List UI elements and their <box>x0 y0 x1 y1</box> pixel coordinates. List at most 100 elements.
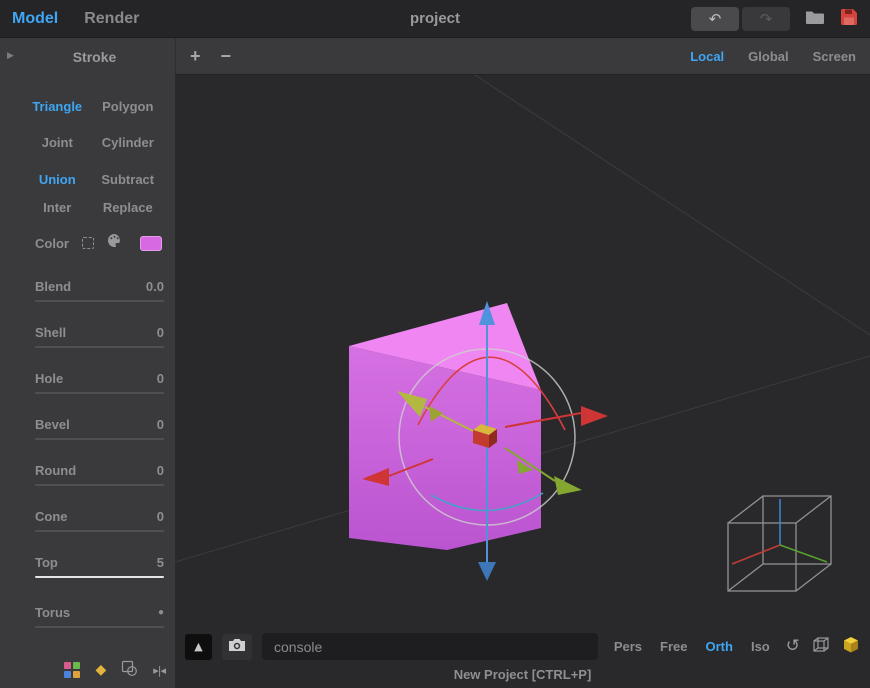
undo-button[interactable]: ↶ <box>691 6 739 31</box>
scene-view[interactable] <box>175 75 870 628</box>
palette-icon[interactable] <box>107 233 122 253</box>
slider-track[interactable] <box>35 530 164 532</box>
scene-canvas[interactable] <box>175 75 870 628</box>
color-picker-icon[interactable] <box>81 237 94 249</box>
slider-label: Torus <box>35 604 71 620</box>
slider-round[interactable]: Round 0 <box>35 448 164 486</box>
bool-button-union[interactable]: Union <box>22 165 93 193</box>
slider-top[interactable]: Top 5 <box>35 540 164 578</box>
space-mode-global[interactable]: Global <box>748 49 788 64</box>
view-mode-orth[interactable]: Orth <box>706 639 733 654</box>
slider-torus[interactable]: Torus ● <box>35 590 164 628</box>
slider-shell[interactable]: Shell 0 <box>35 310 164 348</box>
viewport-icon-buttons: ↺ <box>786 636 860 657</box>
axis-y-green <box>779 544 828 563</box>
add-button[interactable]: + <box>190 47 201 65</box>
parameter-sliders: Blend 0.0 Shell 0 Hole 0 Bevel 0 Round 0 <box>0 264 175 628</box>
redo-button[interactable]: ↷ <box>742 6 790 31</box>
slider-value: 0.0 <box>145 278 164 294</box>
undo-icon: ↶ <box>708 9 722 28</box>
slider-value: 0 <box>156 462 164 478</box>
color-row: Color <box>35 232 162 254</box>
slider-cone[interactable]: Cone 0 <box>35 494 164 532</box>
viewport-bottom-bar: ▲ Pers Free Orth Iso ↺ <box>175 628 870 665</box>
save-project-button[interactable] <box>840 8 858 29</box>
shape-button-cylinder[interactable]: Cylinder <box>93 124 164 160</box>
slider-track[interactable] <box>35 484 164 486</box>
slider-track[interactable] <box>35 438 164 440</box>
slider-bevel[interactable]: Bevel 0 <box>35 402 164 440</box>
view-mode-iso[interactable]: Iso <box>751 639 770 654</box>
shape-buttons: Triangle Polygon Joint Cylinder <box>22 88 163 160</box>
slider-value: 0 <box>156 416 164 432</box>
sidebar-footer: ◆ ▸|◂ <box>0 652 175 688</box>
camera-icon <box>228 638 246 655</box>
view-mode-pers[interactable]: Pers <box>614 639 642 654</box>
primitives-button[interactable] <box>64 662 81 678</box>
slider-label: Cone <box>35 508 68 524</box>
slider-value: 0 <box>156 370 164 386</box>
mirror-button[interactable]: ▸|◂ <box>153 663 166 677</box>
slider-hole[interactable]: Hole 0 <box>35 356 164 394</box>
slider-label: Hole <box>35 370 64 386</box>
open-project-button[interactable] <box>805 9 825 28</box>
tab-model[interactable]: Model <box>12 10 58 28</box>
view-mode-free[interactable]: Free <box>660 639 687 654</box>
solid-view-button[interactable] <box>842 636 860 657</box>
cube-sphere-icon <box>121 660 138 680</box>
panel-title: Stroke <box>72 48 117 65</box>
slider-track[interactable] <box>35 346 164 348</box>
folder-icon <box>805 9 825 28</box>
solid-mode-button[interactable] <box>121 660 138 680</box>
boolean-buttons: Union Subtract Inter Replace <box>22 165 163 221</box>
status-bar: New Project [CTRL+P] <box>175 665 870 688</box>
status-text: New Project [CTRL+P] <box>453 667 592 682</box>
reset-view-button[interactable]: ↺ <box>786 638 800 655</box>
bool-button-inter[interactable]: Inter <box>22 193 93 221</box>
viewport-toolbar: + − Local Global Screen <box>175 38 870 75</box>
bool-button-subtract[interactable]: Subtract <box>93 165 164 193</box>
slider-label: Bevel <box>35 416 70 432</box>
projection-mode-switch: Pers Free Orth Iso <box>614 639 770 654</box>
wireframe-toggle-button[interactable] <box>812 636 830 657</box>
console-input[interactable] <box>262 633 598 660</box>
slider-value: 0 <box>156 324 164 340</box>
console-trigger-button[interactable]: ▲ <box>185 633 212 660</box>
slider-value: 0 <box>156 508 164 524</box>
shape-button-joint[interactable]: Joint <box>22 124 93 160</box>
slider-track[interactable] <box>35 300 164 302</box>
gizmo-blue-cone-down <box>478 562 496 581</box>
yellow-cube-icon <box>842 636 860 657</box>
slider-label: Round <box>35 462 77 478</box>
wireframe-cube-icon <box>812 636 830 657</box>
diamond-icon: ◆ <box>95 662 107 678</box>
slider-track[interactable] <box>35 576 164 578</box>
color-label: Color <box>35 235 69 251</box>
slider-label: Top <box>35 554 58 570</box>
remove-button[interactable]: − <box>221 47 232 65</box>
bool-button-replace[interactable]: Replace <box>93 193 164 221</box>
slider-label: Blend <box>35 278 72 294</box>
material-button[interactable]: ◆ <box>95 663 106 677</box>
space-mode-screen[interactable]: Screen <box>813 49 856 64</box>
triangle-icon: ▲ <box>194 640 203 653</box>
app-window: Model Render project ↶ ↷ ▶ Stroke Triang… <box>0 0 870 688</box>
space-mode-local[interactable]: Local <box>690 49 724 64</box>
save-icon <box>840 8 858 29</box>
tab-render[interactable]: Render <box>84 10 139 28</box>
axis-x-red <box>731 544 781 565</box>
slider-track[interactable] <box>35 626 164 628</box>
redo-icon: ↷ <box>759 9 773 28</box>
slider-blend[interactable]: Blend 0.0 <box>35 264 164 302</box>
shape-button-triangle[interactable]: Triangle <box>22 88 93 124</box>
screenshot-button[interactable] <box>222 633 252 660</box>
color-swatch[interactable] <box>140 235 162 251</box>
four-squares-icon <box>64 662 81 678</box>
panel-collapse-icon[interactable]: ▶ <box>7 51 14 61</box>
slider-track[interactable] <box>35 392 164 394</box>
shape-button-polygon[interactable]: Polygon <box>93 88 164 124</box>
viewport-column: + − Local Global Screen ▲ console Pers F… <box>175 38 870 688</box>
slider-label: Shell <box>35 324 67 340</box>
orientation-cube[interactable] <box>727 495 832 592</box>
mirror-icon: ▸|◂ <box>153 663 166 677</box>
